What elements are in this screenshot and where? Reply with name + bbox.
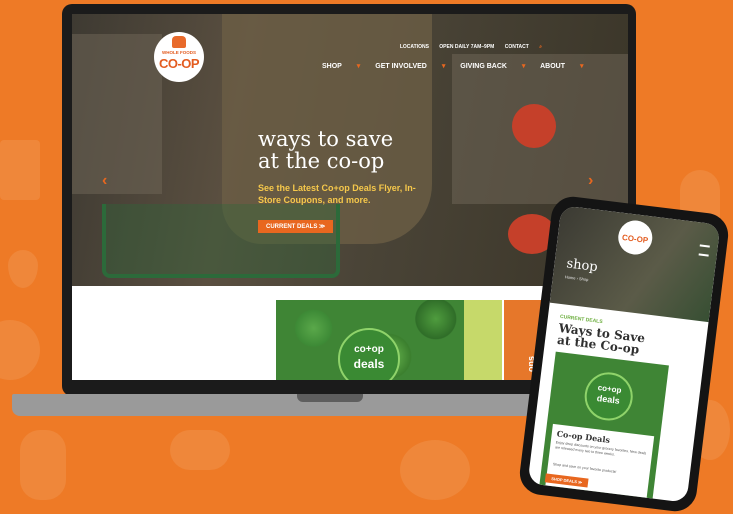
avocado-image [464,300,502,380]
carousel-prev-icon[interactable]: ‹ [102,172,107,190]
current-deals-button[interactable]: CURRENT DEALS ≫ [258,220,334,233]
utility-locations[interactable]: LOCATIONS [400,44,429,50]
basket-image [102,204,340,278]
nav-giving-back-label: GIVING BACK [460,63,507,70]
utility-nav: LOCATIONS OPEN DAILY 7AM–9PM CONTACT ⌕ [391,44,542,50]
bg-orange-slice-shape [0,320,40,380]
hero-banner: WHOLE FOODS CO-OP LOCATIONS OPEN DAILY 7… [72,14,628,286]
hamburger-menu-icon[interactable] [698,244,710,257]
carousel-next-icon[interactable]: › [588,172,593,190]
deals-card-link[interactable]: Shop and save on your favorite products! [553,462,617,474]
main-nav: SHOP ▾ GET INVOLVED ▾ GIVING BACK ▾ ABOU… [322,62,596,70]
apple-image [512,104,556,148]
phone-frame: CO-OP shop Home › Shop CURRENT DEALS Way… [517,194,731,514]
nav-get-involved-label: GET INVOLVED [375,63,427,70]
nav-about-label: ABOUT [540,63,566,70]
laptop-notch [297,394,363,402]
nav-shop-label: SHOP [322,63,342,70]
chevron-down-icon: ▾ [439,63,446,70]
vegetable-icon [172,36,186,48]
bg-cheese-shape [0,140,40,200]
hero-title: ways to save at the co-op [258,128,393,172]
nav-item-get-involved[interactable]: GET INVOLVED ▾ [375,63,445,70]
phone-screen: CO-OP shop Home › Shop CURRENT DEALS Way… [527,205,721,503]
chevron-down-icon: ▾ [354,63,361,70]
badge-line2: deals [353,357,385,371]
utility-hours: OPEN DAILY 7AM–9PM [439,44,495,50]
logo-line1: WHOLE FOODS [162,50,196,55]
chevron-down-icon: ▾ [578,63,584,70]
nav-item-shop[interactable]: SHOP ▾ [322,63,360,70]
phone-coop-badge: co+op deals [581,369,636,424]
bg-pepper-shape [170,430,230,470]
bg-bread-shape [20,430,66,500]
logo-line2: CO-OP [158,56,200,71]
nav-item-about[interactable]: ABOUT ▾ [540,63,583,70]
nav-item-giving-back[interactable]: GIVING BACK ▾ [460,63,525,70]
phone-logo-text: CO-OP [621,232,649,246]
phone-title: Ways to Save at the Co-op [556,321,645,357]
hero-title-line2: at the co-op [258,149,385,173]
utility-contact[interactable]: CONTACT [505,44,529,50]
hero-title-line1: ways to save [258,127,394,151]
chevron-down-icon: ▾ [519,63,526,70]
badge-line1: co+op [354,344,384,355]
search-icon[interactable]: ⌕ [539,44,542,50]
deals-card-body: Co-op Deals Enjoy deep discounts on your… [545,423,655,498]
site-logo[interactable]: WHOLE FOODS CO-OP [154,32,204,82]
hero-subtitle: See the Latest Co+op Deals Flyer, In-Sto… [258,183,416,205]
bg-strawberry-shape [8,250,38,288]
bg-fruit-shape [400,440,470,500]
shelf-left [72,34,162,194]
